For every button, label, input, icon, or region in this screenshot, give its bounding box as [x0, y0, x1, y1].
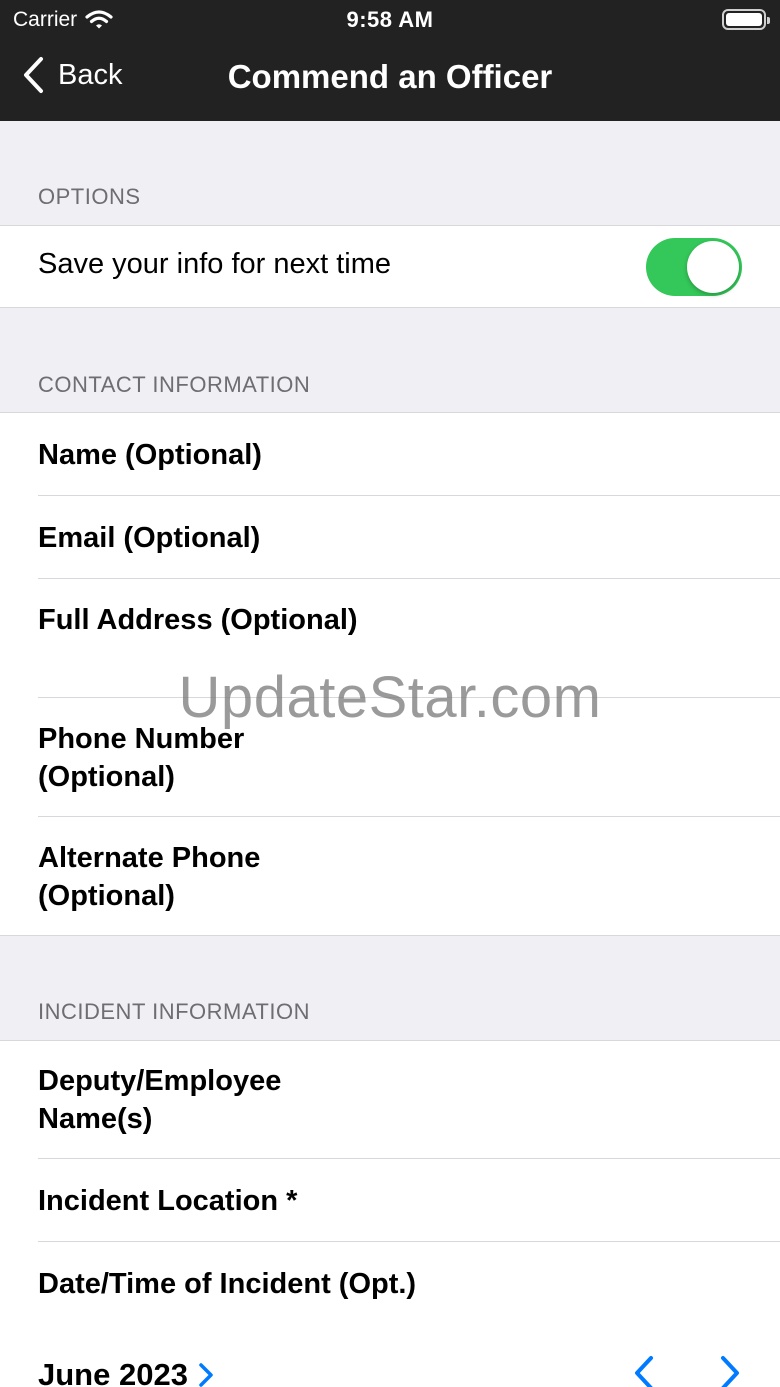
name-field[interactable]: Name (Optional)	[38, 413, 780, 496]
options-section-header: OPTIONS	[38, 184, 141, 209]
contact-group: Name (Optional) Email (Optional) Full Ad…	[0, 412, 780, 936]
previous-month-button[interactable]	[632, 1355, 656, 1387]
status-bar: Carrier 9:58 AM	[0, 0, 780, 40]
navigation-bar: Carrier 9:58 AM Back Commend an Officer	[0, 0, 780, 121]
incident-datetime-field-label: Date/Time of Incident (Opt.)	[38, 1268, 417, 1300]
date-picker-header: June 2023	[0, 1325, 780, 1387]
month-year-button[interactable]: June 2023	[38, 1357, 214, 1387]
address-field[interactable]: Full Address (Optional)	[38, 579, 780, 698]
month-year-label: June 2023	[38, 1357, 188, 1387]
incident-location-field[interactable]: Incident Location *	[38, 1159, 780, 1242]
deputy-names-field-label: Deputy/Employee Name(s)	[38, 1065, 282, 1135]
name-field-label: Name (Optional)	[38, 439, 262, 471]
save-info-label: Save your info for next time	[38, 248, 391, 280]
incident-location-field-label: Incident Location *	[38, 1185, 298, 1217]
address-field-label: Full Address (Optional)	[38, 604, 358, 636]
email-field-label: Email (Optional)	[38, 522, 261, 554]
options-group: Save your info for next time	[0, 225, 780, 308]
status-time: 9:58 AM	[346, 7, 434, 32]
alternate-phone-field-label: Alternate Phone (Optional)	[38, 842, 261, 912]
next-month-button[interactable]	[718, 1355, 742, 1387]
email-field[interactable]: Email (Optional)	[38, 496, 780, 579]
incident-section-header: INCIDENT INFORMATION	[38, 999, 310, 1024]
page-title: Commend an Officer	[227, 58, 553, 95]
save-info-toggle[interactable]	[646, 238, 742, 296]
deputy-names-field[interactable]: Deputy/Employee Name(s)	[38, 1041, 780, 1159]
battery-icon	[722, 9, 770, 30]
phone-field[interactable]: Phone Number (Optional)	[38, 698, 780, 817]
chevron-right-icon	[199, 1363, 213, 1387]
alternate-phone-field[interactable]: Alternate Phone (Optional)	[38, 817, 780, 936]
incident-datetime-field: Date/Time of Incident (Opt.)	[38, 1242, 780, 1325]
incident-group: Deputy/Employee Name(s) Incident Locatio…	[0, 1040, 780, 1387]
contact-section-header: CONTACT INFORMATION	[38, 372, 311, 397]
toggle-knob	[687, 241, 739, 293]
phone-field-label: Phone Number (Optional)	[38, 723, 245, 793]
